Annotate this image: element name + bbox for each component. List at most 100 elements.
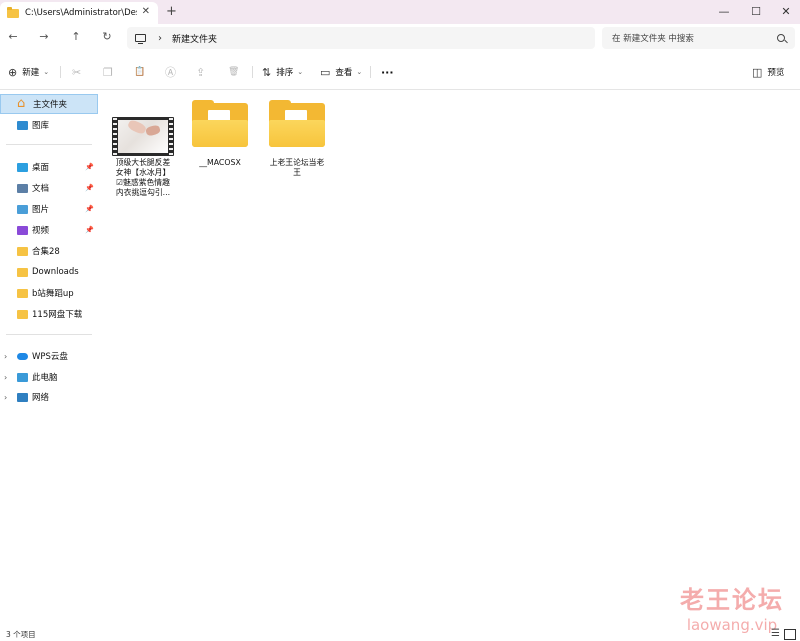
address-bar[interactable]: › 新建文件夹 — [127, 27, 595, 49]
sidebar-item-documents[interactable]: 文档 📌 — [0, 178, 98, 198]
share-icon: ⇪ — [196, 65, 206, 79]
document-icon — [17, 183, 28, 193]
new-label: 新建 — [22, 68, 40, 78]
copy-button[interactable]: ❐ — [103, 64, 118, 80]
up-button[interactable]: ↑ — [67, 30, 85, 46]
sidebar-item-115-downloads[interactable]: 115网盘下载 — [0, 304, 98, 324]
more-options-button[interactable]: ··· — [381, 64, 394, 80]
expand-chevron-icon[interactable]: › — [4, 393, 7, 402]
sidebar-item-gallery[interactable]: 图库 — [0, 115, 98, 135]
navigation-pane: 主文件夹 图库 桌面 📌 文档 📌 图片 📌 视频 📌 合集28 Downloa… — [0, 90, 100, 620]
tab-close-icon[interactable]: ✕ — [142, 6, 150, 17]
rename-icon: Ⓐ — [165, 66, 176, 79]
copy-icon: ❐ — [103, 65, 113, 79]
video-frame — [118, 118, 168, 153]
title-bar: C:\Users\Administrator\Deskto ✕ + — ☐ ✕ — [0, 0, 800, 24]
close-window-button[interactable]: ✕ — [766, 0, 800, 22]
refresh-button[interactable]: ↻ — [98, 30, 116, 46]
sidebar-item-this-pc[interactable]: › 此电脑 — [0, 367, 98, 387]
frame-detail — [145, 124, 161, 137]
sidebar-item-label: Downloads — [32, 267, 79, 277]
folder-icon — [17, 309, 28, 319]
sidebar-item-label: 视频 — [32, 226, 50, 236]
sort-label: 排序 — [276, 68, 294, 78]
breadcrumb-chevron-icon[interactable]: › — [158, 33, 162, 44]
new-button[interactable]: ⊕ 新建 ⌄ — [8, 64, 49, 80]
frame-detail — [126, 118, 148, 136]
file-name-line: 上老王论坛当老 — [269, 158, 325, 167]
folder-icon — [17, 288, 28, 298]
sidebar-item-home[interactable]: 主文件夹 — [0, 94, 98, 114]
clipboard-icon: 📋 — [134, 67, 146, 77]
home-icon — [17, 96, 29, 111]
cloud-icon — [17, 352, 28, 360]
preview-label: 预览 — [767, 68, 785, 78]
sidebar-item-wps-cloud[interactable]: › WPS云盘 — [0, 346, 98, 366]
view-label: 查看 — [335, 68, 353, 78]
sidebar-item-downloads[interactable]: Downloads — [0, 262, 98, 282]
sidebar-item-bilibili-dance[interactable]: b站舞蹈up — [0, 283, 98, 303]
sidebar-item-label: 文档 — [32, 184, 50, 194]
sidebar-item-label: 合集28 — [32, 247, 60, 257]
sidebar-item-label: 网络 — [32, 393, 50, 403]
network-icon — [17, 392, 28, 402]
sidebar-item-network[interactable]: › 网络 — [0, 387, 98, 407]
divider — [60, 66, 61, 78]
search-placeholder: 在 新建文件夹 中搜索 — [612, 34, 694, 44]
paste-button[interactable]: 📋 — [134, 64, 150, 80]
divider — [6, 334, 92, 335]
scissors-icon: ✂ — [72, 65, 82, 79]
divider — [6, 144, 92, 145]
tab-title: C:\Users\Administrator\Deskto — [25, 8, 137, 18]
breadcrumb-current-folder[interactable]: 新建文件夹 — [172, 32, 217, 45]
sidebar-item-collection28[interactable]: 合集28 — [0, 241, 98, 261]
sidebar-item-videos[interactable]: 视频 📌 — [0, 220, 98, 240]
share-button[interactable]: ⇪ — [196, 64, 210, 80]
sidebar-item-label: 此电脑 — [32, 373, 58, 383]
new-tab-button[interactable]: + — [166, 4, 177, 19]
file-name-line: 女神【水冰月】 — [115, 168, 171, 177]
rename-button[interactable]: Ⓐ — [165, 64, 181, 80]
expand-chevron-icon[interactable]: › — [4, 352, 7, 361]
file-name-line: 内衣挑逗勾引... — [115, 188, 171, 197]
film-strip — [169, 118, 173, 155]
trash-icon: 🗑 — [228, 67, 240, 77]
folder-icon — [7, 6, 19, 18]
sidebar-item-label: 主文件夹 — [33, 100, 68, 110]
pictures-icon — [17, 204, 28, 214]
more-icon: ··· — [381, 65, 394, 79]
film-strip — [113, 118, 117, 155]
video-thumbnail — [112, 117, 174, 156]
folder-icon — [17, 246, 28, 256]
folder-front — [269, 120, 325, 147]
sidebar-item-label: 桌面 — [32, 163, 50, 173]
back-button[interactable]: ← — [4, 30, 22, 46]
file-name: 上老王论坛当老 王 — [263, 158, 331, 178]
details-view-icon[interactable]: ☰ — [771, 628, 780, 639]
sidebar-item-label: 图库 — [32, 121, 50, 131]
gallery-icon — [17, 120, 28, 130]
search-icon[interactable] — [777, 34, 785, 42]
file-name-line: ☑魅惑紫色情趣 — [116, 178, 170, 187]
file-name: 顶级大长腿反差 女神【水冰月】 ☑魅惑紫色情趣 内衣挑逗勾引... — [108, 158, 178, 198]
pin-icon: 📌 — [85, 184, 94, 192]
view-button[interactable]: ▭ 查看 ⌄ — [320, 64, 362, 80]
preview-button[interactable]: ◫ 预览 — [752, 64, 784, 80]
sort-button[interactable]: ⇅ 排序 ⌄ — [262, 64, 303, 80]
forward-button[interactable]: → — [35, 30, 53, 46]
delete-button[interactable]: 🗑 — [228, 64, 244, 80]
preview-pane-icon: ◫ — [752, 65, 763, 79]
folder-icon — [17, 267, 28, 277]
sidebar-item-desktop[interactable]: 桌面 📌 — [0, 157, 98, 177]
sidebar-item-pictures[interactable]: 图片 📌 — [0, 199, 98, 219]
tiles-view-icon[interactable] — [784, 629, 796, 640]
sort-icon: ⇅ — [262, 65, 272, 79]
watermark-text: 老王论坛 — [680, 586, 784, 614]
sidebar-item-label: 图片 — [32, 205, 50, 215]
chevron-down-icon: ⌄ — [43, 68, 50, 76]
tab-current-folder[interactable]: C:\Users\Administrator\Deskto ✕ — [0, 2, 158, 24]
cut-button[interactable]: ✂ — [72, 64, 86, 80]
expand-chevron-icon[interactable]: › — [4, 373, 7, 382]
search-input[interactable]: 在 新建文件夹 中搜索 — [602, 27, 795, 49]
item-count: 3 个项目 — [6, 630, 36, 639]
